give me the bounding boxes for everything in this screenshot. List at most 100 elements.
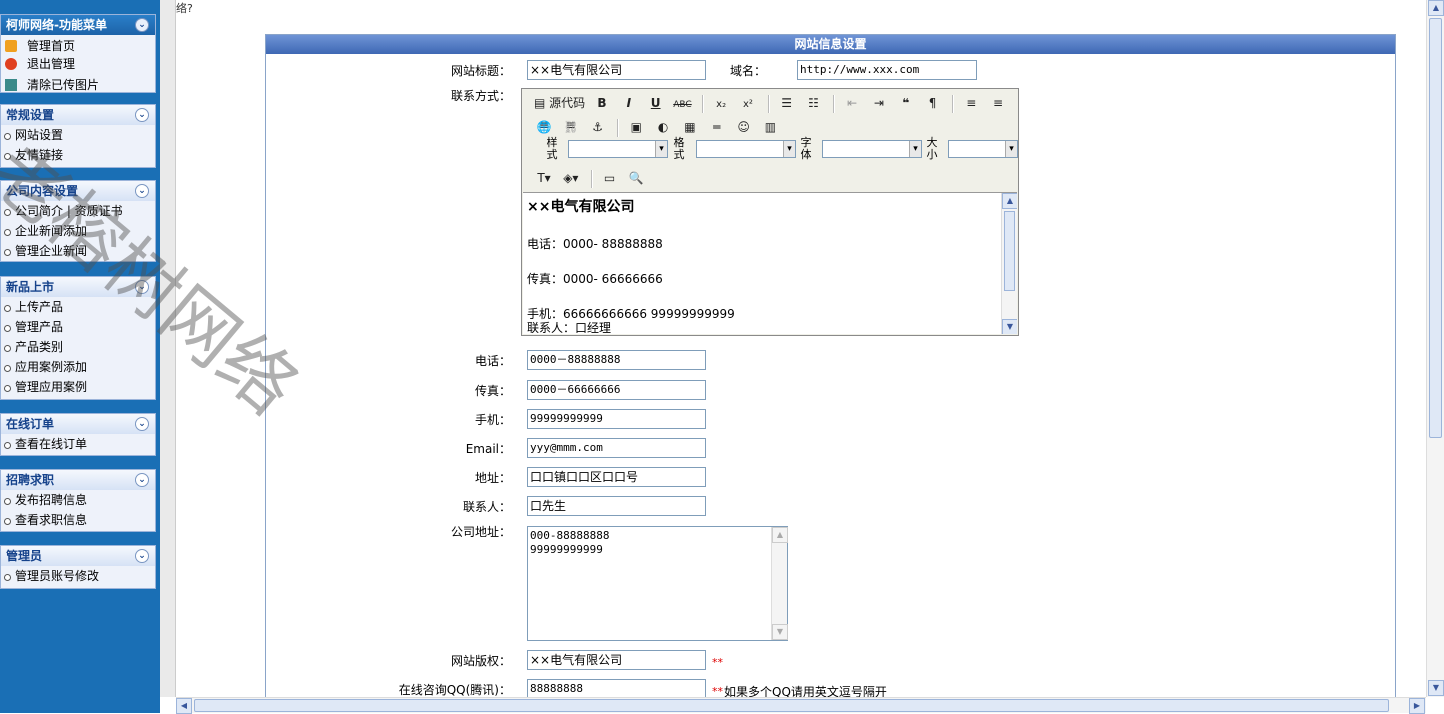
scroll-thumb[interactable] [1429, 18, 1442, 438]
format-select[interactable] [696, 140, 796, 158]
style-select[interactable] [568, 140, 668, 158]
section-header[interactable]: 公司内容设置 ⌄ [1, 181, 155, 201]
sidebar-item-add-news[interactable]: 企业新闻添加 [1, 221, 155, 241]
sidebar-item-product-categories[interactable]: 产品类别 [1, 337, 155, 357]
logout-icon [5, 58, 17, 70]
section-header[interactable]: 管理员 ⌄ [1, 546, 155, 566]
maximize-icon[interactable]: ▭ [599, 168, 619, 188]
preview-icon[interactable]: 🔍 [626, 168, 646, 188]
anchor-icon[interactable]: ⚓ [588, 117, 608, 137]
horizontal-rule-icon[interactable]: ═ [707, 117, 727, 137]
scroll-thumb[interactable] [194, 699, 1389, 712]
address-label: 地址： [474, 471, 511, 485]
editor-content-area[interactable]: ××电气有限公司 电话：0000- 88888888 传真：0000- 6666… [523, 192, 1017, 334]
italic-button[interactable]: I [619, 93, 639, 113]
editor-scrollbar[interactable]: ▲ ▼ [1001, 193, 1017, 334]
font-select[interactable] [822, 140, 922, 158]
function-menu-title: 柯师网络-功能菜单 [6, 18, 107, 32]
textarea-scrollbar[interactable]: ▲ ▼ [771, 527, 788, 640]
contact-person-label: 联系人： [462, 500, 511, 514]
address-input[interactable]: 口口镇口口区口口号 [527, 467, 706, 487]
company-address-textarea[interactable]: 000-88888888 99999999999 ▲ ▼ [527, 526, 788, 641]
mobile-input[interactable]: 99999999999 [527, 409, 706, 429]
collapse-icon[interactable]: ⌄ [135, 184, 149, 198]
source-code-button[interactable]: ▤ 源代码 [534, 93, 585, 113]
collapse-icon[interactable]: ⌄ [135, 18, 149, 32]
site-title-input[interactable]: ××电气有限公司 [527, 60, 706, 80]
sidebar-item-site-settings[interactable]: 网站设置 [1, 125, 155, 145]
sidebar-item-view-orders[interactable]: 查看在线订单 [1, 434, 155, 454]
section-header[interactable]: 招聘求职 ⌄ [1, 470, 155, 490]
scroll-down-icon[interactable]: ▼ [1428, 680, 1444, 696]
unordered-list-icon[interactable]: ☷ [803, 93, 823, 113]
phone-input[interactable]: 0000－88888888 [527, 350, 706, 370]
company-address-label: 公司地址： [450, 525, 511, 539]
email-input[interactable]: yyy@mmm.com [527, 438, 706, 458]
image-icon[interactable]: ▣ [626, 117, 646, 137]
scroll-up-icon[interactable]: ▲ [772, 527, 788, 543]
bg-color-icon[interactable]: ◈▾ [561, 168, 581, 188]
sidebar-item-manage-news[interactable]: 管理企业新闻 [1, 241, 155, 261]
link-icon[interactable]: 🌐 [534, 117, 554, 137]
horizontal-scrollbar[interactable]: ◀ ▶ [176, 697, 1426, 714]
unlink-icon[interactable]: ⛓ [561, 117, 581, 137]
sidebar-item-company-intro[interactable]: 公司简介 | 资质证书 [1, 201, 155, 221]
underline-button[interactable]: U [646, 93, 666, 113]
collapse-icon[interactable]: ⌄ [135, 473, 149, 487]
section-header[interactable]: 常规设置 ⌄ [1, 105, 155, 125]
function-menu-header[interactable]: 柯师网络-功能菜单 ⌄ [1, 15, 155, 35]
section-header[interactable]: 新品上市 ⌄ [1, 277, 155, 297]
vertical-scrollbar[interactable]: ▲ ▼ [1426, 0, 1444, 697]
textarea-line: 99999999999 [530, 543, 603, 556]
logout-link[interactable]: 退出管理 [5, 57, 85, 71]
sidebar-item-admin-account[interactable]: 管理员账号修改 [1, 566, 155, 586]
align-center-icon[interactable]: ≡ [988, 93, 1008, 113]
superscript-button[interactable]: x² [738, 95, 758, 115]
smiley-icon[interactable]: ☺ [734, 117, 754, 137]
collapse-icon[interactable]: ⌄ [135, 417, 149, 431]
align-left-icon[interactable]: ≡ [961, 93, 981, 113]
table-icon[interactable]: ▦ [680, 117, 700, 137]
blockquote-icon[interactable]: ❝ [896, 93, 916, 113]
collapse-icon[interactable]: ⌄ [135, 108, 149, 122]
scroll-up-icon[interactable]: ▲ [1428, 0, 1444, 16]
qq-input[interactable]: 88888888 [527, 679, 706, 699]
sidebar-item-view-applicants[interactable]: 查看求职信息 [1, 510, 155, 530]
toolbar-separator [952, 94, 955, 113]
scroll-down-icon[interactable]: ▼ [772, 624, 788, 640]
clear-images-link[interactable]: 清除已传图片 [5, 78, 109, 92]
special-char-icon[interactable]: ▥ [760, 117, 780, 137]
div-icon[interactable]: ¶ [923, 93, 943, 113]
sidebar-item-manage-cases[interactable]: 管理应用案例 [1, 377, 155, 397]
sidebar-item-upload-product[interactable]: 上传产品 [1, 297, 155, 317]
sidebar-item-add-case[interactable]: 应用案例添加 [1, 357, 155, 377]
fax-input[interactable]: 0000－66666666 [527, 380, 706, 400]
sidebar-item-post-jobs[interactable]: 发布招聘信息 [1, 490, 155, 510]
sidebar-item-links[interactable]: 友情链接 [1, 145, 155, 165]
scroll-thumb[interactable] [1004, 211, 1015, 291]
ordered-list-icon[interactable]: ☰ [777, 93, 797, 113]
frame-divider[interactable] [160, 0, 176, 697]
clear-icon [5, 79, 17, 91]
sidebar-item-manage-products[interactable]: 管理产品 [1, 317, 155, 337]
collapse-icon[interactable]: ⌄ [135, 549, 149, 563]
contact-person-input[interactable]: 口先生 [527, 496, 706, 516]
domain-input[interactable]: http://www.xxx.com [797, 60, 977, 80]
size-select[interactable] [948, 140, 1018, 158]
admin-home-link[interactable]: 管理首页 [5, 39, 85, 53]
subscript-button[interactable]: x₂ [711, 95, 731, 115]
scroll-up-icon[interactable]: ▲ [1002, 193, 1017, 209]
outdent-icon[interactable]: ⇤ [842, 93, 862, 113]
home-icon [5, 40, 17, 52]
bold-button[interactable]: B [592, 93, 612, 113]
scroll-right-icon[interactable]: ▶ [1409, 698, 1425, 714]
indent-icon[interactable]: ⇥ [869, 93, 889, 113]
section-header[interactable]: 在线订单 ⌄ [1, 414, 155, 434]
collapse-icon[interactable]: ⌄ [135, 280, 149, 294]
flash-icon[interactable]: ◐ [653, 117, 673, 137]
text-color-icon[interactable]: T▾ [534, 168, 554, 188]
strike-button[interactable]: ABC [672, 95, 692, 115]
scroll-left-icon[interactable]: ◀ [176, 698, 192, 714]
copyright-input[interactable]: ××电气有限公司 [527, 650, 706, 670]
scroll-down-icon[interactable]: ▼ [1002, 319, 1017, 334]
